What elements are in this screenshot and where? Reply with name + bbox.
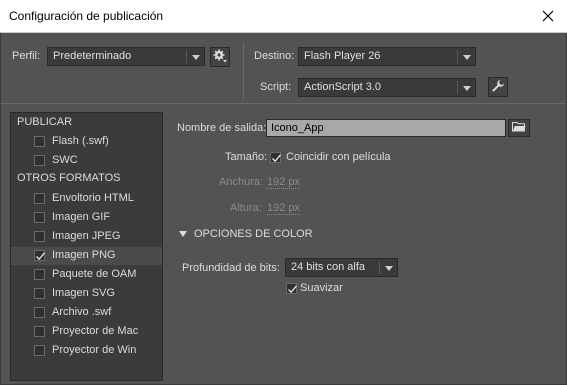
win-projector-checkbox[interactable]	[34, 345, 45, 356]
output-name-field[interactable]: Icono_App	[266, 119, 506, 137]
list-item-label: Imagen PNG	[52, 249, 116, 261]
list-item-label: Imagen SVG	[52, 287, 115, 299]
bit-depth-dropdown[interactable]: 24 bits con alfa	[285, 258, 398, 277]
width-label: Anchura:	[219, 176, 264, 188]
list-item-win-projector[interactable]: Proyector de Win	[11, 342, 162, 360]
checkmark-icon	[36, 252, 46, 261]
wrench-icon	[491, 79, 505, 96]
checkmark-icon	[272, 154, 282, 163]
list-item-swf-archive[interactable]: Archivo .swf	[11, 304, 162, 322]
publish-settings-dialog: Perfil: Predeterminado Destino: Flash Pl…	[0, 33, 567, 385]
gif-checkbox[interactable]	[34, 212, 45, 223]
match-movie-label[interactable]: Coincidir con película	[286, 151, 391, 163]
color-options-heading[interactable]: OPCIONES DE COLOR	[194, 228, 313, 240]
mac-projector-checkbox[interactable]	[34, 326, 45, 337]
header-divider	[243, 42, 244, 100]
smooth-checkbox[interactable]	[286, 283, 298, 294]
header-bottom-divider	[1, 103, 566, 104]
dropdown-separator	[457, 50, 458, 63]
list-item-svg[interactable]: Imagen SVG	[11, 285, 162, 303]
swf-archive-checkbox[interactable]	[34, 307, 45, 318]
publish-heading: PUBLICAR	[17, 116, 73, 128]
collapse-triangle-icon[interactable]	[179, 231, 187, 237]
dropdown-separator	[186, 50, 187, 63]
chevron-down-icon	[463, 86, 471, 91]
script-settings-button[interactable]	[488, 77, 508, 97]
target-value: Flash Player 26	[304, 50, 381, 62]
list-item-png[interactable]: Imagen PNG	[11, 247, 162, 265]
script-label: Script:	[260, 81, 292, 93]
list-item-oam[interactable]: Paquete de OAM	[11, 266, 162, 284]
list-item-label: Proyector de Win	[52, 344, 137, 356]
chevron-down-icon	[463, 55, 471, 60]
close-icon[interactable]	[537, 5, 559, 27]
window-title: Configuración de publicación	[9, 9, 164, 23]
png-checkbox[interactable]	[34, 250, 46, 261]
height-value[interactable]: 192 px	[267, 202, 301, 215]
bit-depth-value: 24 bits con alfa	[291, 261, 365, 273]
list-item-gif[interactable]: Imagen GIF	[11, 209, 162, 227]
oam-checkbox[interactable]	[34, 269, 45, 280]
svg-checkbox[interactable]	[34, 288, 45, 299]
browse-button[interactable]	[508, 119, 530, 137]
height-label: Altura:	[230, 202, 262, 214]
gear-icon	[213, 49, 227, 66]
chevron-down-icon	[385, 266, 393, 271]
list-item-label: Imagen GIF	[52, 211, 111, 223]
flash-swf-checkbox[interactable]	[34, 136, 45, 147]
list-item-label: Archivo .swf	[52, 306, 112, 318]
target-dropdown[interactable]: Flash Player 26	[298, 47, 476, 66]
script-value: ActionScript 3.0	[304, 81, 382, 93]
list-item-mac-projector[interactable]: Proyector de Mac	[11, 323, 162, 341]
profile-options-button[interactable]	[210, 47, 230, 67]
list-item-jpeg[interactable]: Imagen JPEG	[11, 228, 162, 246]
title-bar: Configuración de publicación	[0, 0, 567, 33]
script-dropdown[interactable]: ActionScript 3.0	[298, 78, 476, 97]
html-wrapper-checkbox[interactable]	[34, 193, 45, 204]
target-label: Destino:	[254, 50, 295, 62]
smooth-label[interactable]: Suavizar	[300, 282, 343, 294]
checkmark-icon	[288, 285, 298, 294]
dropdown-separator	[457, 81, 458, 94]
profile-dropdown[interactable]: Predeterminado	[47, 47, 205, 66]
format-list-panel: PUBLICAR Flash (.swf) SWC OTROS FORMATOS…	[10, 112, 163, 381]
list-item-label: SWC	[52, 154, 78, 166]
list-item-label: Paquete de OAM	[52, 268, 137, 280]
profile-label: Perfil:	[12, 50, 41, 62]
chevron-down-icon	[192, 55, 200, 60]
size-label: Tamaño:	[225, 151, 268, 163]
bit-depth-label: Profundidad de bits:	[182, 262, 280, 274]
output-name-value: Icono_App	[271, 122, 324, 134]
profile-value: Predeterminado	[53, 50, 132, 62]
folder-icon	[512, 121, 526, 135]
dropdown-separator	[379, 261, 380, 274]
other-formats-heading: OTROS FORMATOS	[17, 172, 121, 184]
output-name-label: Nombre de salida:	[177, 122, 267, 134]
list-item-label: Flash (.swf)	[52, 135, 109, 147]
swc-checkbox[interactable]	[34, 155, 45, 166]
jpeg-checkbox[interactable]	[34, 231, 45, 242]
list-item-html-wrapper[interactable]: Envoltorio HTML	[11, 190, 162, 208]
width-value[interactable]: 192 px	[267, 176, 301, 189]
list-item-swc[interactable]: SWC	[11, 152, 162, 170]
list-item-label: Proyector de Mac	[52, 325, 139, 337]
list-item-label: Imagen JPEG	[52, 230, 121, 242]
match-movie-checkbox[interactable]	[270, 152, 282, 163]
list-item-label: Envoltorio HTML	[52, 192, 134, 204]
list-item-flash-swf[interactable]: Flash (.swf)	[11, 133, 162, 151]
